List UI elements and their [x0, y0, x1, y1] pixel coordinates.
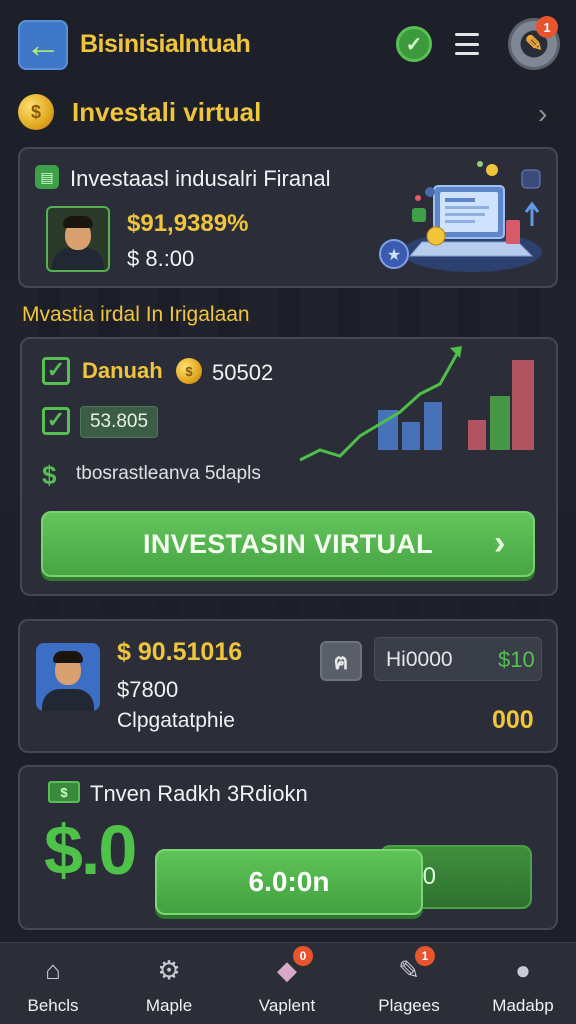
nav-label: Vaplent	[258, 996, 316, 1015]
checkbox-icon[interactable]: ✓	[42, 407, 70, 435]
invest-virtual-button[interactable]: INVESTASIN VIRTUAL	[41, 511, 535, 577]
card-title: Investaasl indusalri Firanal	[70, 166, 331, 191]
cash-icon: $	[48, 781, 80, 803]
laptop-dashboard-illustration: ★	[379, 161, 542, 272]
investment-label: Danuah	[82, 358, 163, 383]
arrow-left-icon: ←	[25, 24, 61, 65]
hamburger-menu-icon[interactable]	[455, 33, 479, 55]
nav-label: Plagees	[378, 996, 440, 1015]
portfolio-amount: $ 90.51016	[117, 638, 243, 666]
nav-item-vaplent[interactable]: ◆ 0 Vaplent	[235, 946, 339, 1020]
investment-description: tbosrastleanva 5dapls	[76, 463, 261, 484]
edit-icon: ✎ 1	[389, 946, 435, 990]
user-icon: ●	[515, 954, 531, 985]
settings-notification-badge: 1	[536, 16, 558, 38]
coin-icon: $	[18, 94, 54, 130]
subsection-title: Mvastia irdal In Irigalaan	[22, 303, 250, 326]
notification-badge: 1	[415, 946, 435, 966]
section-title: Investali virtual	[72, 97, 262, 127]
value-field-amount: $10	[498, 647, 535, 672]
growth-chart-illustration	[299, 346, 534, 462]
nav-label: Madabp	[492, 996, 554, 1015]
nav-item-plagees[interactable]: ✎ 1 Plagees	[357, 946, 461, 1020]
chevron-right-icon[interactable]: ›	[538, 98, 547, 130]
portfolio-secondary-amount: $7800	[117, 677, 179, 702]
nav-item-home[interactable]: ⌂ Behcls	[1, 948, 105, 1020]
balance-amount: $.0	[44, 811, 137, 889]
nav-item-profile[interactable]: ● Madabp	[471, 948, 575, 1020]
nav-label: Behcls	[27, 996, 79, 1015]
dollar-icon: $	[42, 460, 57, 490]
check-badge-icon[interactable]: ✓	[396, 26, 432, 62]
nav-label: Maple	[145, 996, 193, 1015]
value-pill: 53.805	[80, 406, 158, 438]
portfolio-score: 000	[492, 706, 534, 734]
avatar	[36, 643, 100, 711]
primary-action-button[interactable]: 6.0:0n	[155, 849, 423, 915]
withdraw-title: Tnven Radkh 3Rdiokn	[90, 781, 308, 806]
home-icon: ⌂	[45, 954, 61, 985]
chevron-right-icon: ›	[494, 524, 506, 562]
svg-text:★: ★	[387, 245, 401, 264]
gear-face-icon: ⚙	[157, 954, 181, 985]
checkbox-icon[interactable]: ✓	[42, 357, 70, 385]
investment-value: 50502	[212, 360, 274, 385]
back-button[interactable]: ←	[18, 20, 68, 70]
building-icon[interactable]: ฅ	[320, 641, 362, 681]
gift-box-icon: ◆ 0	[267, 946, 313, 990]
secondary-amount: $ 8.:00	[127, 246, 195, 271]
document-icon: ▤	[35, 165, 59, 189]
value-field-label: Hi0000	[386, 648, 453, 671]
app-title: Bisinisialntuah	[80, 30, 251, 58]
notification-badge: 0	[293, 946, 313, 966]
nav-item-maple[interactable]: ⚙ Maple	[117, 948, 221, 1020]
coin-icon: $	[176, 358, 202, 384]
primary-amount: $91,9389%	[127, 210, 249, 237]
portfolio-category: Clpgatatphie	[117, 709, 235, 732]
avatar	[46, 206, 110, 272]
